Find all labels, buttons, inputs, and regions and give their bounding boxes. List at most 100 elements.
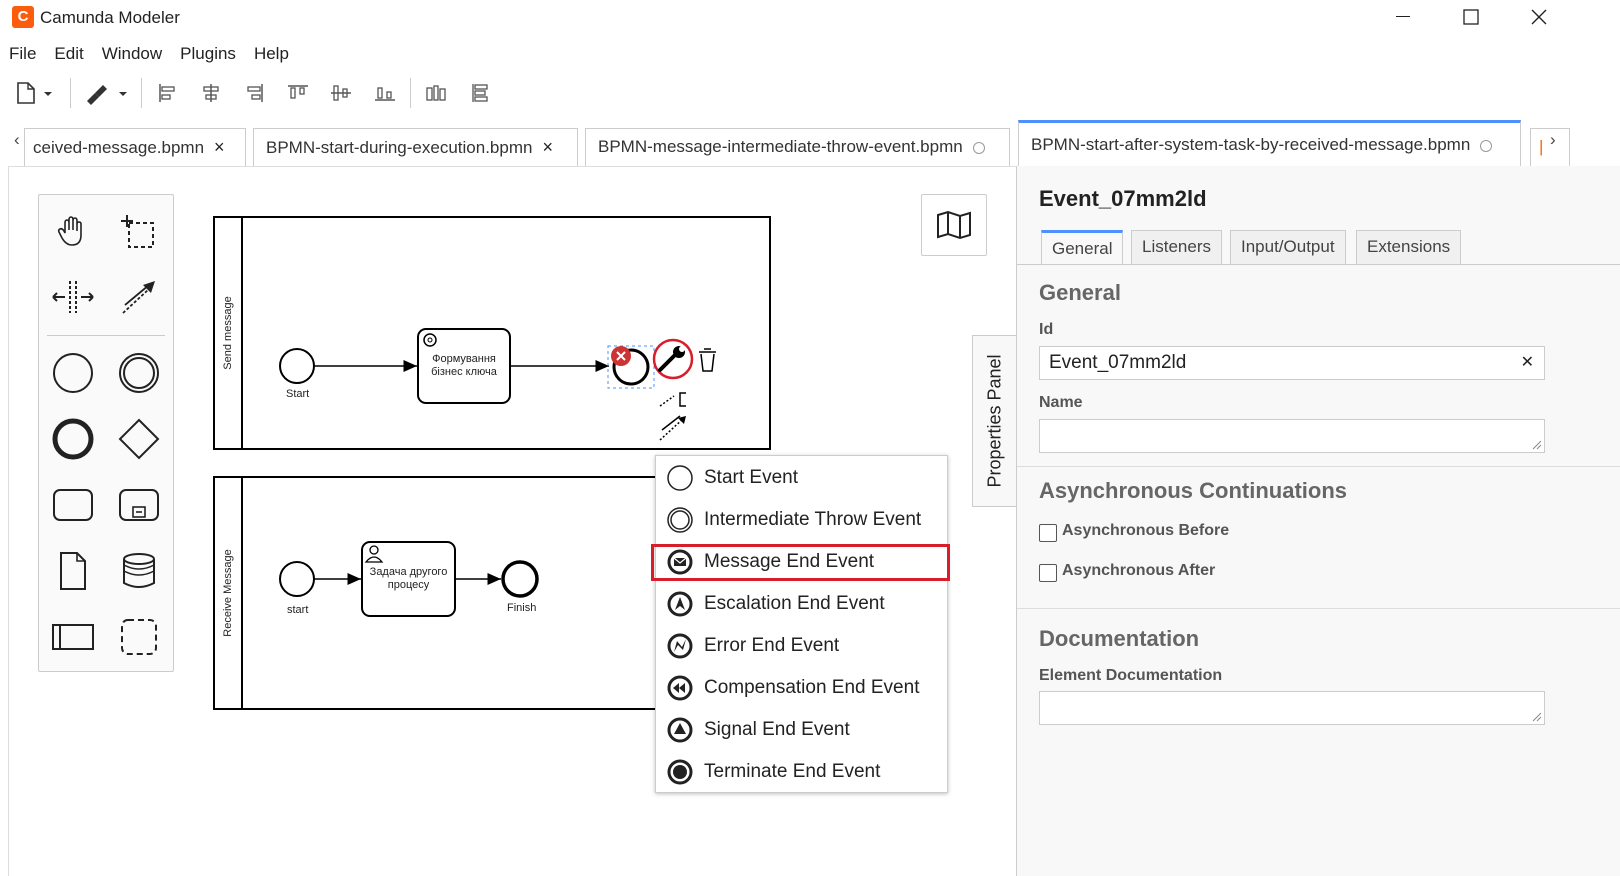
popup-compensation-end-event[interactable]: Compensation End Event [656,668,947,708]
gateway-icon [118,418,160,460]
create-start-event-button[interactable] [47,347,99,399]
tab-underline [1017,264,1620,265]
checkbox-box[interactable] [1039,524,1057,542]
start-event-icon [667,465,693,491]
create-group-button[interactable] [113,611,165,663]
end-event-finish[interactable] [501,560,539,598]
popup-escalation-end-event[interactable]: Escalation End Event [656,584,947,624]
wrench-icon[interactable] [652,338,694,380]
unsaved-dot-icon[interactable] [1480,139,1493,152]
pool-icon [52,624,94,650]
create-intermediate-event-button[interactable] [113,347,165,399]
maximize-icon [1463,9,1479,25]
signal-end-event-icon [667,717,693,743]
id-value: Event_07mm2ld [1049,352,1187,373]
popup-signal-end-event[interactable]: Signal End Event [656,710,947,750]
popup-item-label: Compensation End Event [704,677,920,698]
close-icon [1531,9,1547,25]
tab-start-after-system-task[interactable]: BPMN-start-after-system-task-by-received… [1018,120,1521,166]
lasso-tool-icon [121,215,154,248]
tab-extensions[interactable]: Extensions [1356,230,1462,264]
global-connect-icon [122,281,155,314]
id-label: Id [1039,321,1054,338]
task2-label: Задача другого процесу [362,566,455,592]
intermediate-event-icon [119,353,159,393]
async-before-label: Asynchronous Before [1062,522,1230,539]
resize-grip-icon[interactable] [1532,712,1542,722]
tab-general[interactable]: General [1041,230,1124,264]
popup-intermediate-throw-event[interactable]: Intermediate Throw Event [656,500,947,540]
remove-icon[interactable] [611,346,631,366]
popup-item-label: Intermediate Throw Event [704,509,922,530]
map-icon [937,210,971,240]
async-before-checkbox[interactable]: Asynchronous Before [1039,520,1229,542]
space-tool-button[interactable] [47,271,99,323]
task2-label-line2: процесу [387,579,430,591]
create-data-store-button[interactable] [113,545,165,597]
task-icon [53,489,93,521]
lasso-tool-button[interactable] [113,205,165,257]
id-input[interactable]: Event_07mm2ld ✕ [1039,346,1545,380]
element-documentation-label: Element Documentation [1039,667,1223,684]
properties-panel-toggle-label: Properties Panel [984,354,1004,488]
end-event-icon [52,418,94,460]
pool2-label: Receive Message [222,549,234,637]
element-documentation-input[interactable] [1039,691,1545,725]
minimize-icon [1396,16,1410,17]
async-after-label: Asynchronous After [1062,562,1216,579]
name-input[interactable] [1039,419,1545,453]
start-event-icon [53,353,93,393]
section-divider [1017,466,1620,467]
tab-listeners[interactable]: Listeners [1131,230,1222,264]
error-end-event-icon [667,633,693,659]
popup-start-event[interactable]: Start Event [656,458,947,498]
palette-separator [47,335,165,336]
popup-item-label: Terminate End Event [704,761,881,782]
popup-item-label: Signal End Event [704,719,850,740]
start-event-2[interactable] [279,561,315,597]
space-tool-icon [52,281,94,313]
tab-scroll-right-icon[interactable]: › [1550,130,1556,150]
replace-popup-menu: Start Event Intermediate Throw Event Mes… [655,455,948,793]
data-store-icon [123,553,155,588]
properties-panel: Event_07mm2ld General Listeners Input/Ou… [1016,166,1620,876]
maximize-button[interactable] [1448,2,1494,32]
popup-item-label: Start Event [704,467,798,488]
escalation-end-event-icon [667,591,693,617]
async-after-checkbox[interactable]: Asynchronous After [1039,560,1215,582]
start1-label: Start [286,388,310,400]
popup-terminate-end-event[interactable]: Terminate End Event [656,752,947,792]
task1-label: Формування бізнес ключа [418,353,510,379]
popup-error-end-event[interactable]: Error End Event [656,626,947,666]
create-pool-button[interactable] [47,611,99,663]
task2-label-line1: Задача другого [369,566,448,578]
create-end-event-button[interactable] [47,413,99,465]
tab-input-output[interactable]: Input/Output [1230,230,1346,264]
general-section-title: General [1039,280,1121,305]
subprocess-icon [119,489,159,521]
properties-panel-toggle[interactable]: Properties Panel [972,335,1016,507]
intermediate-throw-event-icon [667,507,693,533]
name-label: Name [1039,394,1083,411]
global-connect-tool-button[interactable] [113,271,165,323]
start-event-1[interactable] [279,348,315,384]
hand-tool-icon [57,216,82,246]
clear-icon[interactable]: ✕ [1521,347,1534,379]
data-object-icon [60,552,86,590]
pool1-label: Send message [222,296,234,370]
create-data-object-button[interactable] [47,545,99,597]
documentation-section-title: Documentation [1039,626,1200,651]
create-task-button[interactable] [47,479,99,531]
create-subprocess-button[interactable] [113,479,165,531]
tab-label: BPMN-start-after-system-task-by-received… [1031,135,1471,154]
tool-palette [38,194,174,672]
async-section-title: Asynchronous Continuations [1039,478,1347,503]
minimize-button[interactable] [1380,2,1426,32]
resize-grip-icon[interactable] [1532,440,1542,450]
minimap-toggle-button[interactable] [921,194,987,256]
checkbox-box[interactable] [1039,564,1057,582]
start2-label: start [287,604,309,616]
close-window-button[interactable] [1516,2,1562,32]
hand-tool-button[interactable] [47,205,99,257]
create-gateway-button[interactable] [113,413,165,465]
